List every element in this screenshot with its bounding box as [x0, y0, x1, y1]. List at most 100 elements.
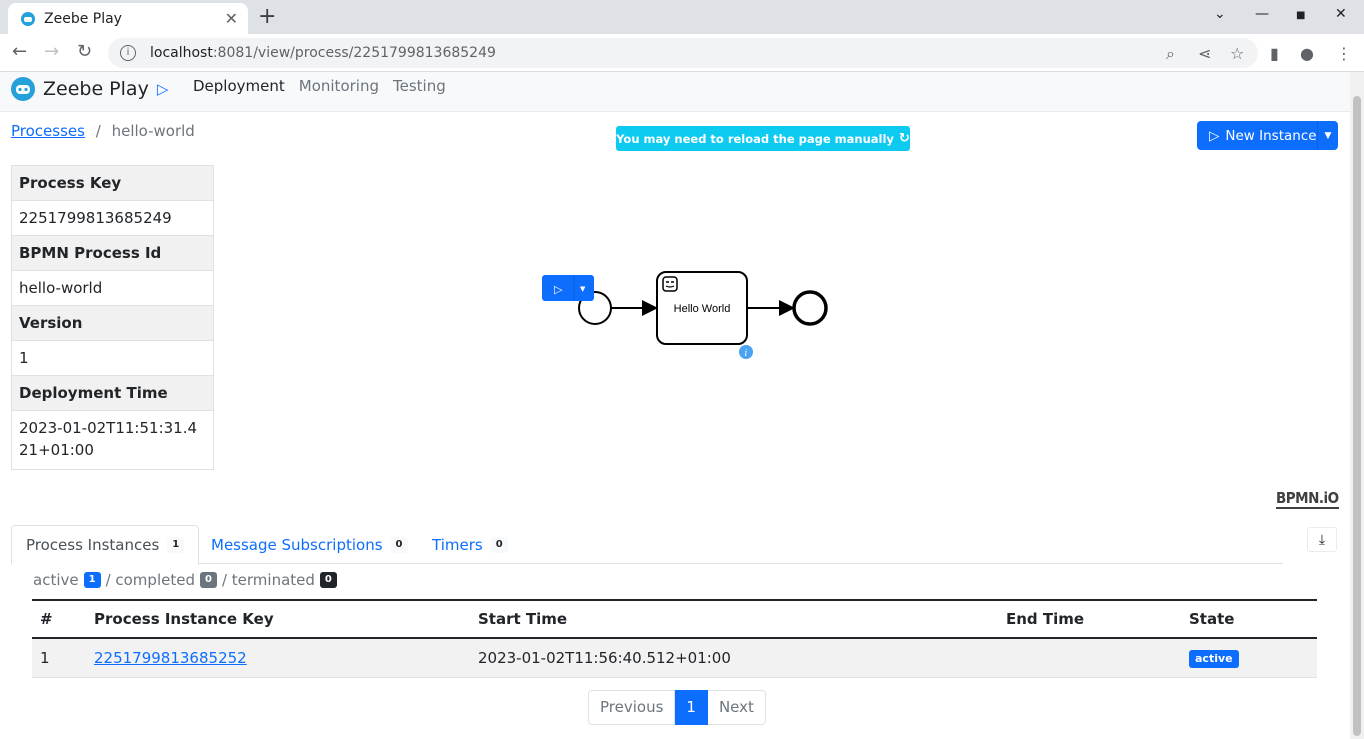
scrollbar-thumb[interactable] — [1353, 96, 1361, 736]
bpmn-io-watermark[interactable]: BPMN.iO — [1276, 489, 1339, 509]
address-bar[interactable]: i localhost:8081/view/process/2251799813… — [108, 38, 1258, 68]
deployment-time-value: 2023-01-02T11:51:31.421+01:00 — [11, 410, 214, 470]
brand-title: Zeebe Play — [43, 78, 149, 100]
main-nav: Deployment Monitoring Testing — [193, 77, 446, 95]
close-window-icon[interactable]: ✕ — [1335, 6, 1347, 22]
tab-search-icon[interactable]: ⌄ — [1214, 6, 1226, 22]
site-info-icon[interactable]: i — [120, 45, 136, 61]
instance-state-summary: active 1 / completed 0 / terminated 0 — [33, 571, 337, 589]
state-badge: active — [1189, 650, 1239, 668]
terminated-count-badge[interactable]: 0 — [319, 572, 337, 588]
maximize-icon[interactable]: ■ — [1296, 10, 1305, 21]
brand[interactable]: Zeebe Play ▷ — [10, 76, 168, 102]
profile-avatar-icon[interactable]: ● — [1300, 44, 1314, 63]
tab-process-instances[interactable]: Process Instances 1 — [11, 525, 200, 565]
new-instance-dropdown-toggle[interactable]: ▼ — [1317, 121, 1338, 150]
end-event[interactable] — [792, 290, 828, 326]
reload-notice-text: You may need to reload the page manually — [616, 131, 894, 146]
minimize-icon[interactable]: — — [1255, 6, 1269, 22]
browser-tab[interactable]: Zeebe Play ✕ — [8, 3, 248, 34]
row-end-time — [998, 638, 1181, 678]
breadcrumb-separator: / — [95, 122, 101, 140]
svg-text:▷: ▷ — [554, 283, 563, 296]
col-instance-key: Process Instance Key — [86, 599, 470, 639]
breadcrumb-processes-link[interactable]: Processes — [11, 122, 85, 140]
nav-monitoring[interactable]: Monitoring — [299, 77, 379, 95]
url-host: localhost — [150, 45, 213, 61]
process-instances-table: # Process Instance Key Start Time End Ti… — [32, 599, 1317, 678]
play-icon: ▷ — [1209, 127, 1220, 144]
zeebe-logo-icon — [11, 77, 35, 101]
new-instance-button[interactable]: ▷ New Instance — [1197, 128, 1317, 144]
table-row: 1 2251799813685252 2023-01-02T11:56:40.5… — [32, 638, 1317, 678]
completed-count-badge[interactable]: 0 — [199, 572, 217, 588]
tab-message-subscriptions[interactable]: Message Subscriptions 0 — [211, 525, 408, 564]
process-key-value: 2251799813685249 — [11, 200, 214, 236]
detail-tabs: Process Instances 1 Message Subscriptions… — [11, 525, 1283, 565]
reload-icon[interactable]: ↻ — [77, 41, 92, 62]
terminated-label: / terminated — [221, 571, 315, 589]
reload-notice-badge: You may need to reload the page manually… — [616, 126, 910, 151]
svg-text:▼: ▼ — [580, 285, 586, 293]
task-info-icon[interactable]: i — [739, 345, 753, 359]
pager-page-1[interactable]: 1 — [675, 690, 708, 725]
browser-tab-bar: Zeebe Play ✕ + ⌄ — ■ ✕ — [0, 0, 1364, 34]
tab-timers[interactable]: Timers 0 — [432, 525, 508, 564]
col-index: # — [32, 599, 86, 639]
tab-label: Timers — [432, 535, 483, 554]
row-start-time: 2023-01-02T11:56:40.512+01:00 — [470, 638, 998, 678]
tab-count-badge: 0 — [390, 536, 408, 553]
close-tab-icon[interactable]: ✕ — [225, 9, 238, 28]
page-scrollbar[interactable] — [1350, 72, 1364, 739]
menu-kebab-icon[interactable]: ⋮ — [1336, 44, 1352, 63]
browser-toolbar: ← → ↻ i localhost:8081/view/process/2251… — [0, 34, 1364, 72]
version-label: Version — [11, 305, 214, 341]
bpmn-id-label: BPMN Process Id — [11, 235, 214, 271]
breadcrumb: Processes / hello-world — [11, 122, 195, 140]
share-icon[interactable]: ⋖ — [1198, 44, 1211, 63]
browser-tab-title: Zeebe Play — [44, 10, 122, 27]
caret-down-icon: ▼ — [1324, 130, 1332, 141]
nav-deployment[interactable]: Deployment — [193, 77, 285, 95]
nav-testing[interactable]: Testing — [393, 77, 446, 95]
pager-previous[interactable]: Previous — [588, 690, 676, 725]
back-icon[interactable]: ← — [12, 41, 27, 62]
tab-label: Message Subscriptions — [211, 535, 383, 554]
bpmn-id-value: hello-world — [11, 270, 214, 306]
instance-key-link[interactable]: 2251799813685252 — [94, 649, 247, 667]
svg-text:i: i — [745, 349, 748, 359]
new-tab-icon[interactable]: + — [258, 4, 276, 29]
col-end-time: End Time — [998, 599, 1181, 639]
start-instance-button[interactable]: ▷ ▼ — [542, 275, 594, 301]
completed-label: / completed — [105, 571, 195, 589]
zeebe-favicon-icon — [21, 11, 35, 26]
forward-icon[interactable]: → — [44, 41, 59, 62]
tab-count-badge: 0 — [490, 536, 508, 553]
task-label: Hello World — [674, 303, 731, 315]
zeebe-play-app: Zeebe Play ▷ Deployment Monitoring Testi… — [0, 72, 1350, 739]
active-count-badge[interactable]: 1 — [83, 572, 101, 588]
process-key-label: Process Key — [11, 165, 214, 201]
col-state: State — [1181, 599, 1317, 639]
pagination: Previous 1 Next — [588, 690, 766, 725]
deployment-time-label: Deployment Time — [11, 375, 214, 411]
collapse-panel-button[interactable]: ⤓ — [1307, 527, 1337, 552]
side-panel-icon[interactable]: ▮ — [1270, 44, 1279, 63]
row-index: 1 — [32, 638, 86, 678]
app-navbar: Zeebe Play ▷ Deployment Monitoring Testi… — [0, 72, 1350, 112]
col-start-time: Start Time — [470, 599, 998, 639]
version-value: 1 — [11, 340, 214, 376]
bookmark-star-icon[interactable]: ☆ — [1230, 44, 1244, 63]
breadcrumb-current: hello-world — [111, 122, 195, 140]
new-instance-label: New Instance — [1225, 127, 1317, 144]
refresh-icon[interactable]: ↻ — [899, 131, 910, 146]
new-instance-button-group: ▷ New Instance ▼ — [1197, 121, 1338, 150]
active-label: active — [33, 571, 79, 589]
hello-world-task[interactable]: Hello World — [656, 271, 748, 345]
bpmn-diagram: ▷ ▼ Hello World i — [542, 271, 828, 359]
process-properties-table: Process Key 2251799813685249 BPMN Proces… — [11, 165, 214, 470]
pager-next[interactable]: Next — [707, 690, 766, 725]
zoom-icon[interactable]: ⌕ — [1166, 44, 1175, 64]
tab-count-badge: 1 — [167, 537, 185, 553]
play-icon: ▷ — [156, 80, 169, 98]
